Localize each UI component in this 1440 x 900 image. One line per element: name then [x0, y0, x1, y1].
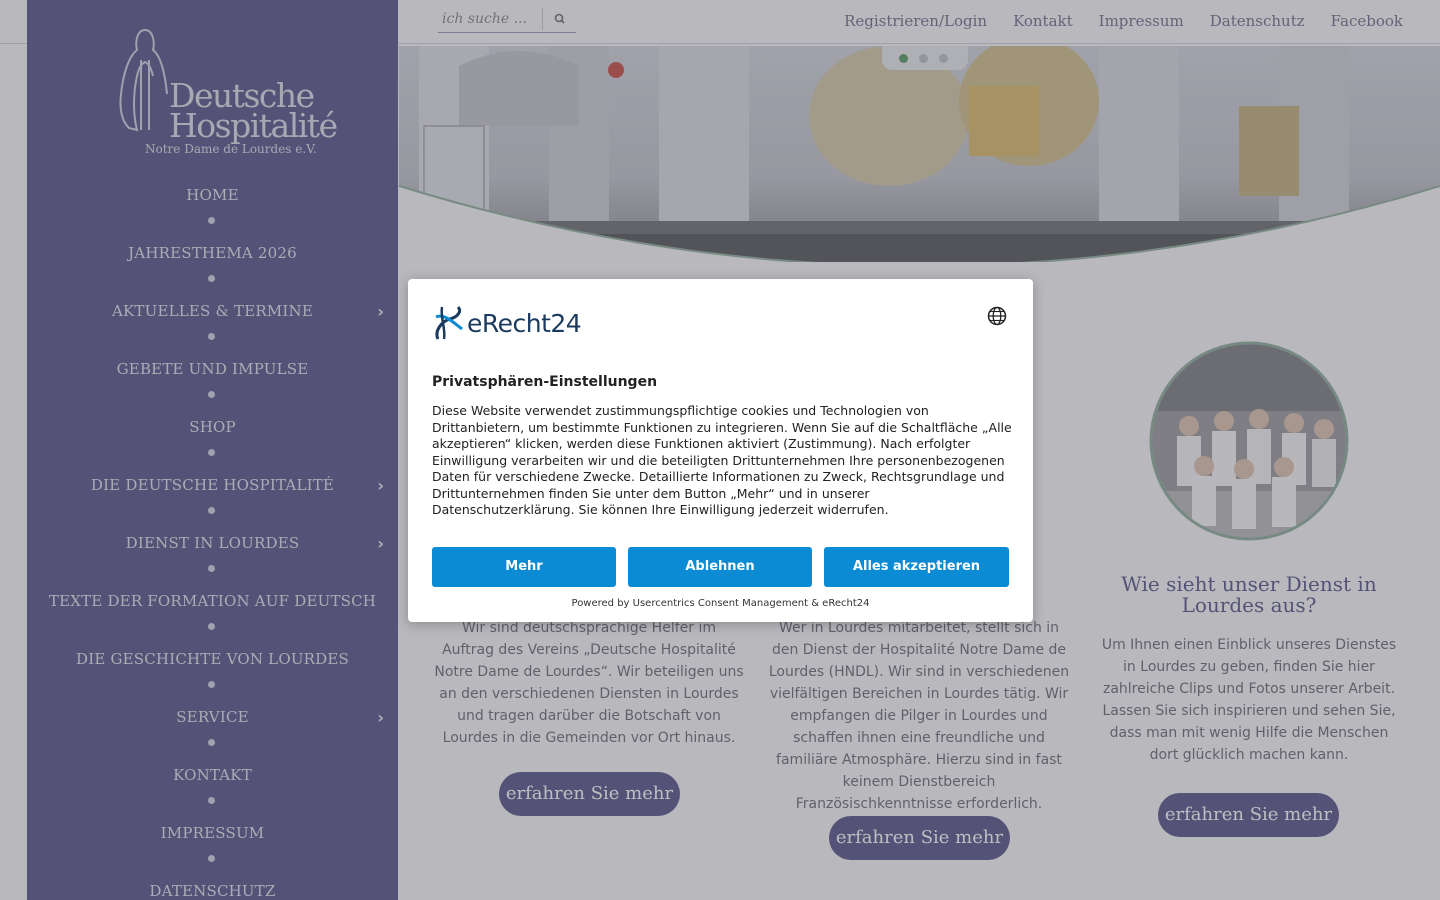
consent-accept-button[interactable]: Alles akzeptieren [824, 547, 1009, 587]
language-button[interactable] [987, 306, 1007, 326]
consent-decline-button[interactable]: Ablehnen [628, 547, 812, 587]
erecht24-logo: eRecht24 [432, 303, 602, 343]
consent-more-button[interactable]: Mehr [432, 547, 616, 587]
consent-title: Privatsphären-Einstellungen [432, 374, 658, 390]
globe-icon [987, 306, 1007, 326]
consent-dialog: eRecht24 Privatsphären-Einstellungen Die… [408, 279, 1033, 622]
erecht24-brand: eRecht24 [467, 309, 582, 338]
consent-footer: Powered by Usercentrics Consent Manageme… [571, 598, 870, 609]
consent-body: Diese Website verwendet zustimmungspflic… [432, 403, 1012, 517]
erecht24-logo-icon [435, 305, 463, 340]
